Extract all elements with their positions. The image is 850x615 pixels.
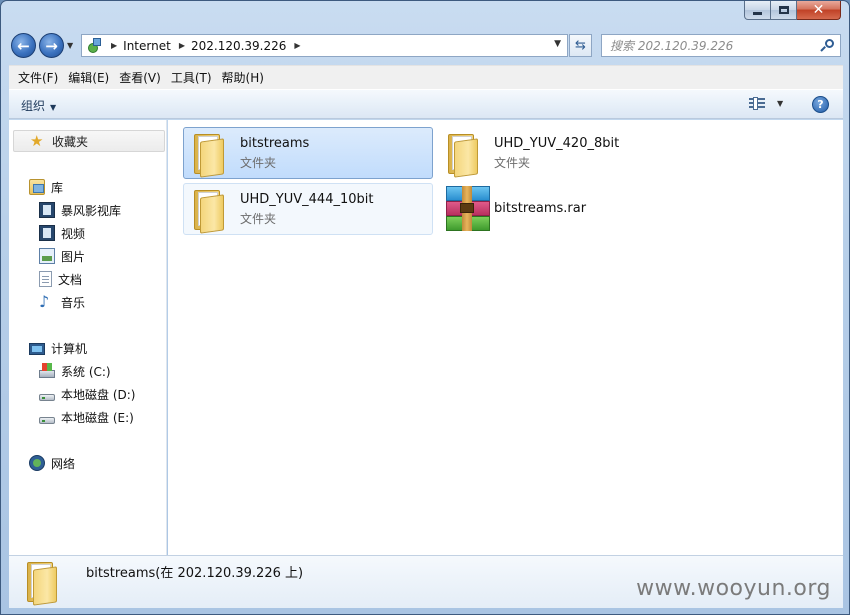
sidebar-item-label: 暴风影视库 <box>61 203 122 218</box>
search-icon[interactable] <box>820 39 834 52</box>
sidebar-item-computer[interactable]: 计算机 <box>29 338 87 358</box>
forward-arrow-icon: → <box>45 36 58 55</box>
sidebar-item-label: 文档 <box>58 272 83 287</box>
view-options-dropdown[interactable]: ▼ <box>777 99 783 108</box>
refresh-button[interactable]: ⇆ <box>569 34 592 57</box>
menu-view[interactable]: 查看(V) <box>114 69 166 86</box>
folder-item-bitstreams[interactable]: bitstreams 文件夹 <box>183 127 433 179</box>
details-title: bitstreams(在 202.120.39.226 上) <box>86 566 304 581</box>
sidebar-item-videos[interactable]: 视频 <box>39 223 85 243</box>
breadcrumb-chevron-icon[interactable]: ▶ <box>179 41 185 50</box>
sidebar-item-libraries[interactable]: 库 <box>29 177 63 197</box>
hard-drive-icon <box>39 416 55 424</box>
command-bar: 组织 ▼ ▼ ? <box>9 89 843 119</box>
help-button[interactable]: ? <box>812 96 829 113</box>
sidebar-item-label: 网络 <box>51 456 76 471</box>
change-view-icon[interactable] <box>749 97 765 111</box>
item-name: UHD_YUV_444_10bit <box>240 192 374 207</box>
details-pane: bitstreams(在 202.120.39.226 上) www.wooyu… <box>9 555 843 608</box>
close-button[interactable]: ✕ <box>797 1 841 20</box>
sidebar-item-label: 视频 <box>61 226 86 241</box>
navigation-pane: ★ 收藏夹 库 暴风影视库 视频 图片 文档 ♪ 音乐 计算机 系统 (C:) … <box>9 120 167 555</box>
sidebar-item-label: 本地磁盘 (E:) <box>61 410 134 425</box>
sidebar-item-label: 音乐 <box>61 295 86 310</box>
menu-help[interactable]: 帮助(H) <box>217 69 269 86</box>
explorer-window: ✕ ← → ▼ ▶ Internet ▶ 202.120.39.226 ▶ ▼ … <box>0 0 850 615</box>
sidebar-item-label: 计算机 <box>51 341 88 356</box>
help-icon: ? <box>817 98 824 111</box>
back-button[interactable]: ← <box>11 33 36 58</box>
network-location-icon <box>85 37 103 55</box>
minimize-icon <box>753 11 762 15</box>
organize-button[interactable]: 组织 ▼ <box>21 97 56 114</box>
star-icon: ★ <box>30 132 44 150</box>
sidebar-item-drive-c[interactable]: 系统 (C:) <box>39 361 111 381</box>
system-drive-icon <box>39 363 55 378</box>
sidebar-item-label: 本地磁盘 (D:) <box>61 387 136 402</box>
sidebar-item-label: 收藏夹 <box>52 134 89 149</box>
sidebar-item-network[interactable]: 网络 <box>29 453 75 473</box>
item-type: 文件夹 <box>240 212 277 226</box>
folder-icon <box>190 132 226 178</box>
address-bar[interactable]: ▶ Internet ▶ 202.120.39.226 ▶ ▼ <box>81 34 568 57</box>
minimize-button[interactable] <box>744 1 771 20</box>
watermark: www.wooyun.org <box>636 576 831 601</box>
computer-icon <box>29 343 45 355</box>
maximize-icon <box>778 6 789 14</box>
sidebar-item-storm-video-library[interactable]: 暴风影视库 <box>39 200 121 220</box>
folder-icon <box>190 188 226 234</box>
chevron-down-icon: ▼ <box>50 103 57 112</box>
sidebar-item-label: 图片 <box>61 249 86 264</box>
organize-label: 组织 <box>21 99 46 113</box>
picture-icon <box>39 248 55 264</box>
music-note-icon: ♪ <box>39 292 50 311</box>
item-type: 文件夹 <box>494 156 531 170</box>
maximize-button[interactable] <box>771 1 797 20</box>
sidebar-item-documents[interactable]: 文档 <box>39 269 82 289</box>
sidebar-item-drive-e[interactable]: 本地磁盘 (E:) <box>39 407 134 427</box>
folder-icon <box>444 132 480 178</box>
sidebar-item-label: 系统 (C:) <box>61 364 111 379</box>
address-history-dropdown[interactable]: ▼ <box>554 39 561 49</box>
search-input[interactable]: 搜索 202.120.39.226 <box>601 34 841 57</box>
folder-item-uhd-yuv-444-10bit[interactable]: UHD_YUV_444_10bit 文件夹 <box>183 183 433 235</box>
recent-pages-dropdown[interactable]: ▼ <box>67 41 73 50</box>
folder-icon <box>23 560 59 606</box>
item-name: bitstreams <box>240 136 310 151</box>
menu-tools[interactable]: 工具(T) <box>166 69 217 86</box>
caption-buttons: ✕ <box>744 1 841 21</box>
menu-file[interactable]: 文件(F) <box>13 69 63 86</box>
folder-item-uhd-yuv-420-8bit[interactable]: UHD_YUV_420_8bit 文件夹 <box>437 127 687 179</box>
item-type: 文件夹 <box>240 156 277 170</box>
breadcrumb-chevron-icon[interactable]: ▶ <box>294 41 300 50</box>
winrar-archive-icon <box>444 186 492 232</box>
refresh-icon: ⇆ <box>575 38 586 53</box>
file-list: bitstreams 文件夹 UHD_YUV_420_8bit 文件夹 UHD_… <box>168 120 843 555</box>
file-item-bitstreams-rar[interactable]: bitstreams.rar <box>437 183 687 235</box>
network-icon <box>29 455 45 471</box>
document-icon <box>39 271 52 287</box>
item-name: UHD_YUV_420_8bit <box>494 136 620 151</box>
forward-button[interactable]: → <box>39 33 64 58</box>
search-placeholder: 搜索 202.120.39.226 <box>610 39 734 53</box>
menu-bar: 文件(F) 编辑(E) 查看(V) 工具(T) 帮助(H) <box>9 65 843 89</box>
breadcrumb-host[interactable]: 202.120.39.226 <box>191 39 286 53</box>
back-arrow-icon: ← <box>17 36 30 55</box>
breadcrumb-internet[interactable]: Internet <box>123 39 171 53</box>
sidebar-item-music[interactable]: ♪ 音乐 <box>39 292 85 312</box>
sidebar-item-drive-d[interactable]: 本地磁盘 (D:) <box>39 384 135 404</box>
video-library-icon <box>39 202 55 218</box>
item-name: bitstreams.rar <box>494 201 587 216</box>
film-icon <box>39 225 55 241</box>
menu-edit[interactable]: 编辑(E) <box>63 69 114 86</box>
hard-drive-icon <box>39 393 55 401</box>
library-icon <box>29 179 45 195</box>
close-icon: ✕ <box>812 2 825 18</box>
sidebar-item-label: 库 <box>51 180 64 195</box>
sidebar-item-pictures[interactable]: 图片 <box>39 246 85 266</box>
sidebar-item-favorites[interactable]: ★ 收藏夹 <box>13 130 165 152</box>
breadcrumb-chevron-icon[interactable]: ▶ <box>111 41 117 50</box>
address-row: ← → ▼ ▶ Internet ▶ 202.120.39.226 ▶ ▼ ⇆ … <box>1 29 849 63</box>
